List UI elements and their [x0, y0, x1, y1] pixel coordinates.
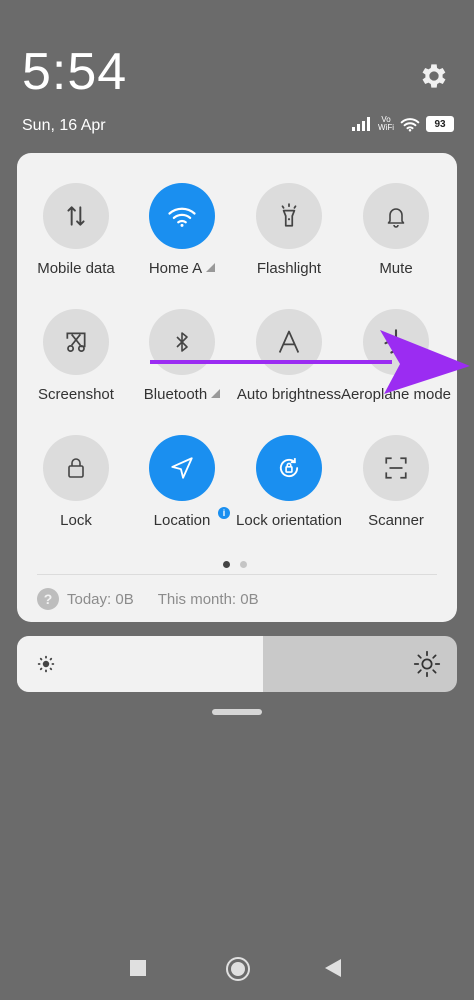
tile-label: Bluetooth [123, 386, 241, 403]
lock-icon [43, 435, 109, 501]
page-indicator [223, 561, 247, 568]
page-dot-active [223, 561, 230, 568]
tile-aeroplane-mode[interactable]: Aeroplane mode [341, 309, 451, 435]
tile-auto-brightness[interactable]: Auto brightness [234, 309, 344, 435]
home-button[interactable] [226, 957, 250, 981]
bell-icon [363, 183, 429, 249]
tile-label: Mobile data [37, 260, 115, 277]
flashlight-icon [256, 183, 322, 249]
tile-label: Scanner [368, 512, 424, 529]
tile-label: Screenshot [38, 386, 114, 403]
tile-lock[interactable]: Lock [21, 435, 131, 561]
expand-triangle-icon [211, 389, 221, 398]
data-usage-icon: ? [37, 588, 59, 610]
mobile-data-icon [43, 183, 109, 249]
auto-brightness-icon [256, 309, 322, 375]
clock-time: 5:54 [22, 43, 128, 101]
status-icons: Vo WiFi 93 [352, 114, 454, 134]
vowifi-indicator: Vo WiFi [378, 115, 394, 132]
recents-button[interactable] [130, 960, 146, 976]
data-usage-today: Today: 0B [67, 590, 134, 608]
tile-location[interactable]: Location i [127, 435, 237, 561]
tile-lock-orientation[interactable]: Lock orientation [234, 435, 344, 561]
tile-label: Lock [60, 512, 92, 529]
brightness-slider[interactable] [17, 636, 457, 692]
tile-label: Lock orientation [236, 512, 342, 529]
tile-scanner[interactable]: Scanner [341, 435, 451, 561]
tile-mute[interactable]: Mute [341, 183, 451, 309]
brightness-low-icon [37, 655, 55, 673]
bluetooth-icon [149, 309, 215, 375]
data-usage-row[interactable]: ? Today: 0B This month: 0B [37, 588, 259, 610]
brightness-high-icon [413, 650, 441, 678]
expand-triangle-icon [206, 263, 216, 272]
tile-label: Auto brightness [236, 386, 342, 403]
tile-label: Aeroplane mode [340, 386, 452, 403]
battery-indicator: 93 [426, 116, 454, 132]
wifi-status-icon [400, 118, 420, 132]
aeroplane-icon [363, 309, 429, 375]
signal-icon [352, 117, 370, 131]
gear-icon[interactable] [418, 60, 450, 92]
divider [37, 574, 437, 575]
tile-bluetooth[interactable]: Bluetooth [127, 309, 237, 435]
tile-wifi[interactable]: Home A [127, 183, 237, 309]
tile-mobile-data[interactable]: Mobile data [21, 183, 131, 309]
info-icon[interactable]: i [218, 507, 230, 519]
screenshot-icon [43, 309, 109, 375]
location-icon [149, 435, 215, 501]
tile-label: Home A [123, 260, 241, 277]
rotation-lock-icon [256, 435, 322, 501]
data-usage-month: This month: 0B [157, 590, 259, 608]
wifi-icon [149, 183, 215, 249]
tile-label: Flashlight [256, 260, 322, 277]
quick-settings-panel: Mobile data Home A Flashlight Mute Scree… [17, 153, 457, 622]
tile-flashlight[interactable]: Flashlight [234, 183, 344, 309]
navigation-bar [0, 954, 474, 984]
page-dot [240, 561, 247, 568]
tile-screenshot[interactable]: Screenshot [21, 309, 131, 435]
scanner-icon [363, 435, 429, 501]
back-button[interactable] [325, 959, 341, 977]
drag-handle[interactable] [212, 709, 262, 715]
tile-label: Mute [379, 260, 413, 277]
date-label: Sun, 16 Apr [22, 117, 106, 134]
